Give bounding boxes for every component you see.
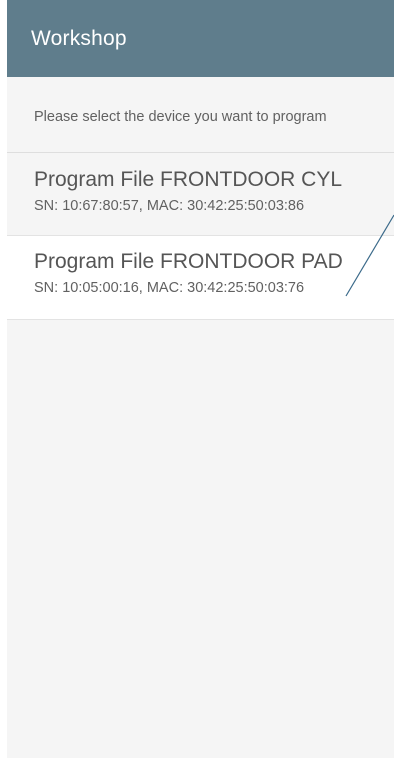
device-list: Program File FRONTDOOR CYL SN: 10:67:80:…: [7, 153, 394, 320]
app-bar: Workshop: [7, 0, 394, 77]
device-title: Program File FRONTDOOR CYL: [34, 168, 343, 191]
device-serial-mac: SN: 10:05:00:16, MAC: 30:42:25:50:03:76: [34, 280, 305, 296]
page-title: Workshop: [31, 26, 127, 50]
device-title: Program File FRONTDOOR PAD: [34, 250, 343, 273]
app-screen: Workshop Please select the device you wa…: [0, 0, 394, 758]
device-item-frontdoor-pad[interactable]: Program File FRONTDOOR PAD SN: 10:05:00:…: [7, 235, 394, 320]
device-item-frontdoor-cyl[interactable]: Program File FRONTDOOR CYL SN: 10:67:80:…: [7, 153, 394, 235]
left-edge-strip: [0, 0, 7, 758]
device-serial-mac: SN: 10:67:80:57, MAC: 30:42:25:50:03:86: [34, 198, 305, 214]
instruction-text: Please select the device you want to pro…: [34, 109, 327, 125]
